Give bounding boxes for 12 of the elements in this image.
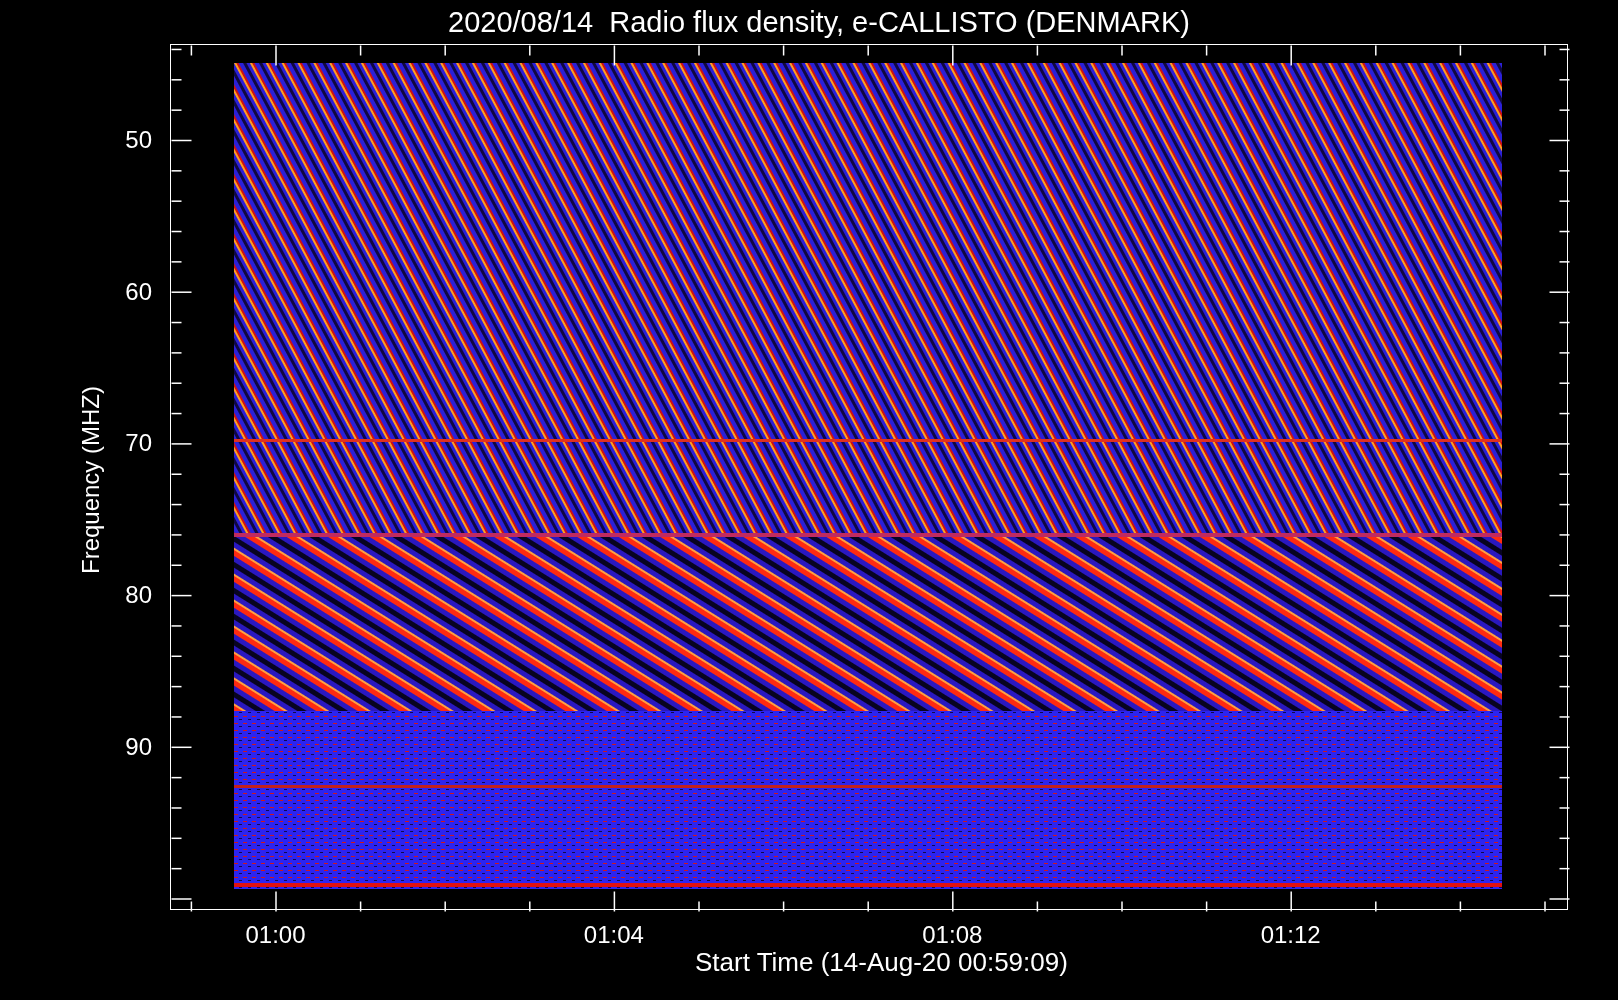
y-axis-label: Frequency (MHZ) [77,386,105,574]
x-tick-label: 01:04 [583,921,644,949]
y-tick-label: 50 [125,126,152,154]
x-tick-label: 01:12 [1260,921,1321,949]
y-tick-label: 70 [125,429,152,458]
x-tick-label: 01:08 [922,921,983,949]
x-tick-label: 01:00 [245,921,306,949]
y-tick-label: 80 [125,581,152,610]
y-tick-label: 60 [125,277,152,306]
y-tick-label: 90 [125,732,152,761]
chart-title: 2020/08/14 Radio flux density, e-CALLISTO (DENMARK) [448,5,1190,39]
x-axis-label: Start Time (14-Aug-20 00:59:09) [695,947,1068,978]
